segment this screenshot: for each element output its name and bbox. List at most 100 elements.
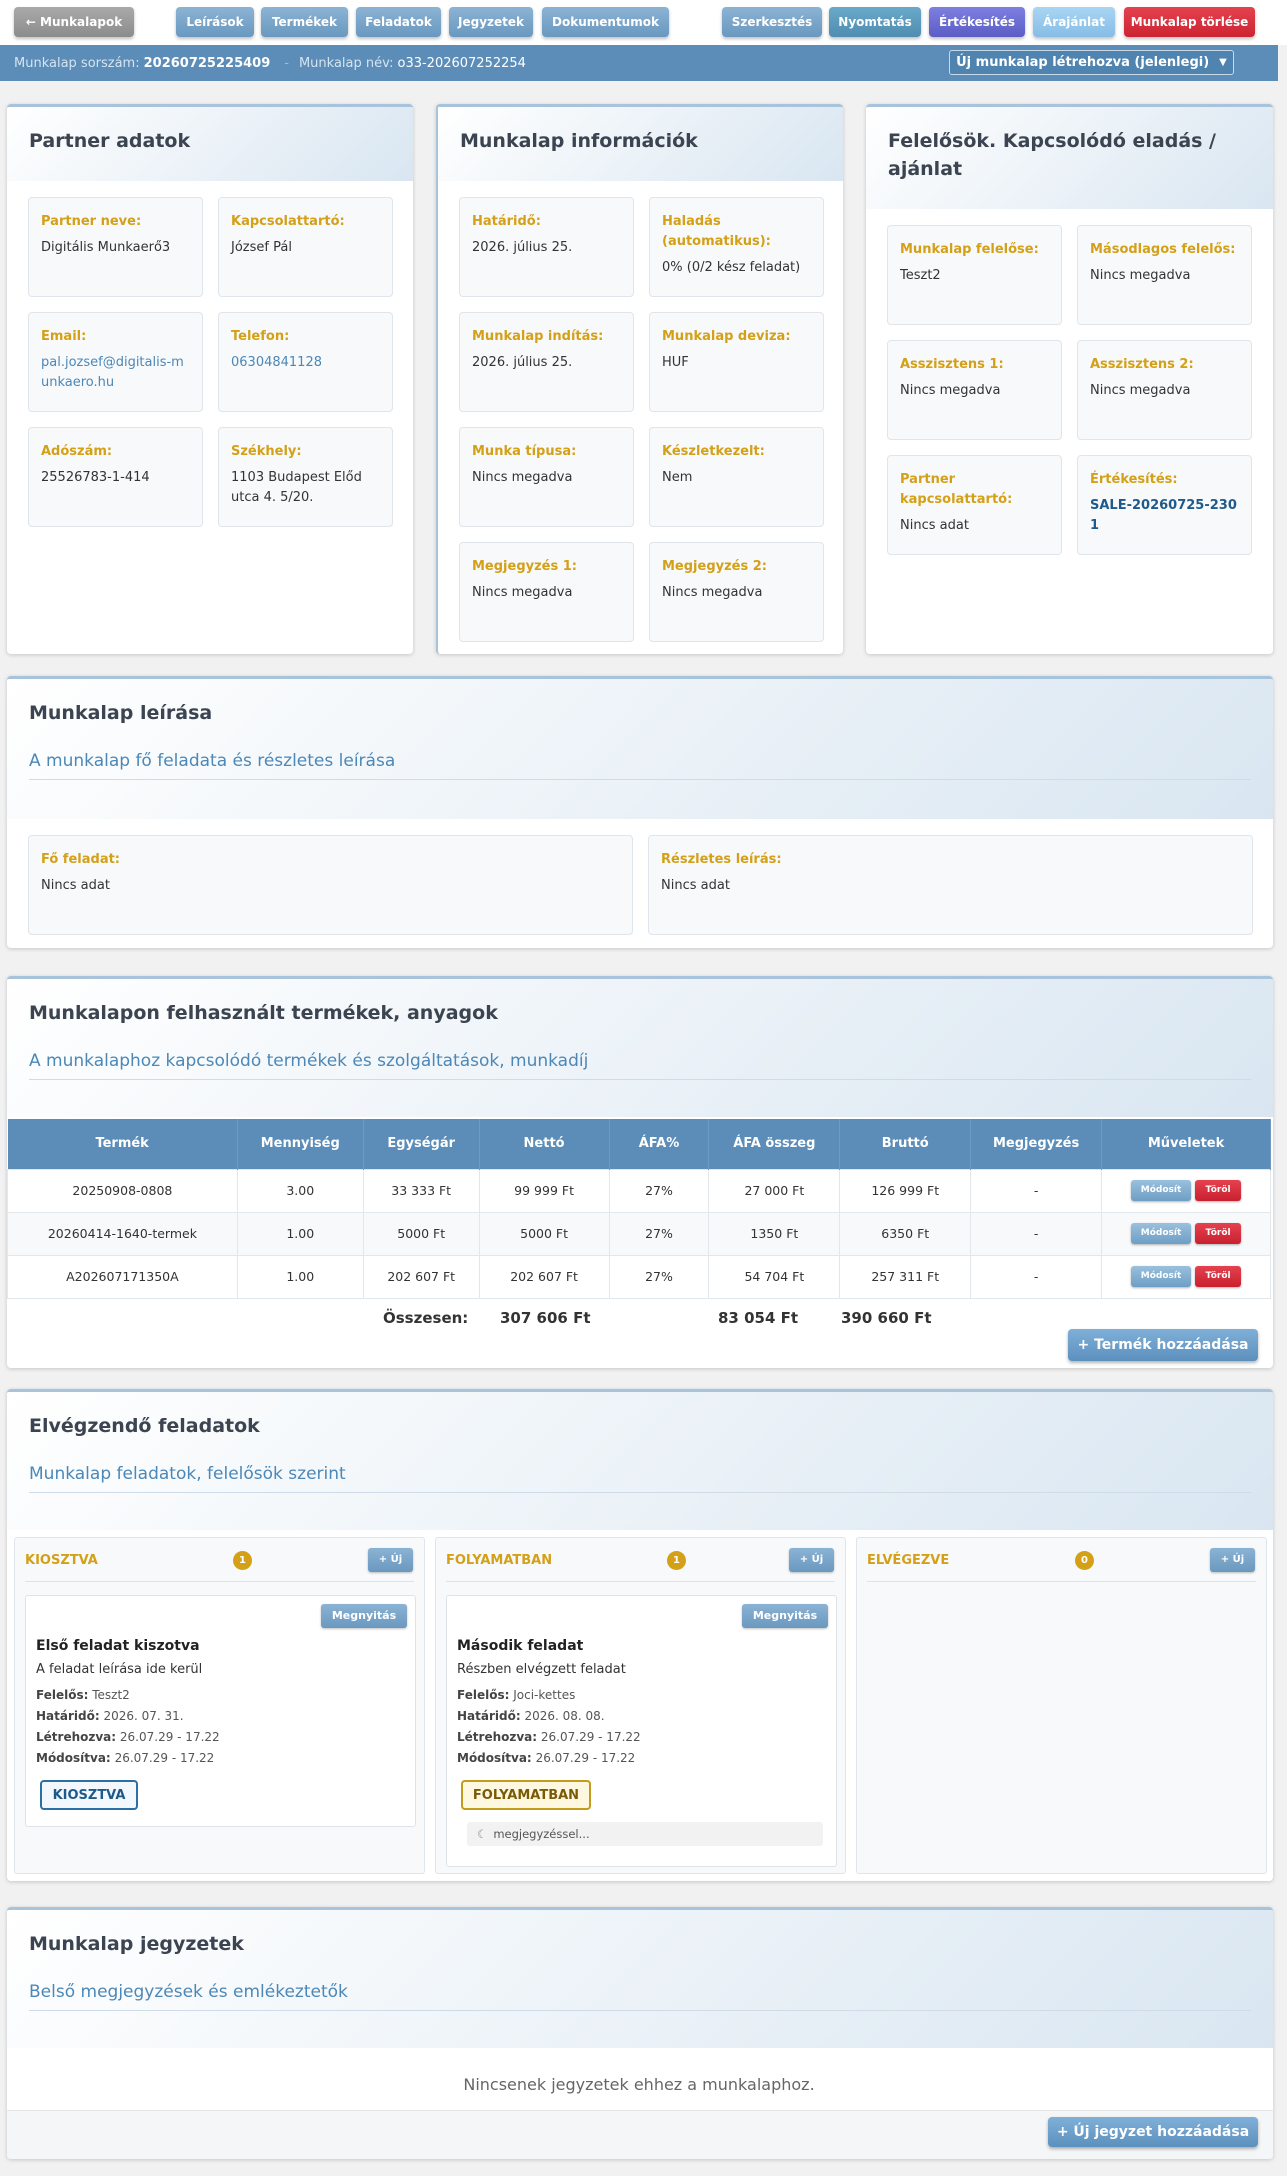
field-value: Nincs megadva — [472, 470, 573, 485]
new-task-button[interactable]: + Új — [368, 1548, 413, 1572]
task-note-preview: ☾ megjegyzéssel... — [467, 1822, 823, 1846]
field-value: Nem — [662, 470, 693, 485]
kanban-column-assigned: KIOSZTVA 1 + Új Megnyitás Első feladat k… — [14, 1537, 425, 1874]
tab-descriptions[interactable]: Leírások — [176, 7, 254, 37]
open-task-button[interactable]: Megnyitás — [321, 1604, 407, 1628]
assistant1-field: Asszisztens 1: Nincs megadva — [887, 340, 1062, 440]
column-header: Egységár — [363, 1119, 480, 1169]
status-select[interactable]: Új munkalap létrehozva (jelenlegi) ▼ — [949, 50, 1234, 75]
column-title: KIOSZTVA — [25, 1553, 98, 1568]
phone-link[interactable]: 06304841128 — [231, 353, 380, 373]
print-button[interactable]: Nyomtatás — [829, 7, 921, 37]
column-header: Bruttó — [839, 1119, 972, 1169]
field-label: Értékesítés: — [1090, 472, 1178, 487]
partner-title: Partner adatok — [29, 130, 191, 152]
delete-row-button[interactable]: Töröl — [1195, 1223, 1242, 1244]
field-value: Nincs megadva — [472, 585, 573, 600]
moon-icon: ☾ — [477, 1827, 488, 1841]
edit-row-button[interactable]: Módosít — [1131, 1223, 1192, 1244]
meta-label: Létrehozva: — [457, 1730, 538, 1744]
tab-documents[interactable]: Dokumentumok — [542, 7, 669, 37]
notes-subtitle: Belső megjegyzések és emlékeztetők — [29, 1982, 1251, 2011]
deadline-field: Határidő: 2026. július 25. — [459, 197, 634, 297]
task-created: Létrehozva: 26.07.29 - 17.22 — [36, 1730, 220, 1744]
status-badge: KIOSZTVA — [40, 1780, 138, 1810]
secondary-owner-field: Másodlagos felelős: Nincs megadva — [1077, 225, 1252, 325]
partner-name-field: Partner neve: Digitális Munkaerő3 — [28, 197, 203, 297]
meta-label: Módosítva: — [36, 1751, 111, 1765]
edit-button[interactable]: Szerkesztés — [722, 7, 822, 37]
sale-link[interactable]: SALE-20260725-2301 — [1090, 496, 1239, 536]
count-badge: 1 — [667, 1551, 686, 1570]
add-product-button[interactable]: + Termék hozzáadása — [1068, 1329, 1258, 1361]
column-header: Nettó — [479, 1119, 610, 1169]
new-task-button[interactable]: + Új — [1210, 1548, 1255, 1572]
vat-amount-cell: 54 704 Ft — [708, 1254, 841, 1299]
info-title: Munkalap információk — [460, 130, 698, 152]
field-label: Részletes leírás: — [661, 852, 782, 867]
sale-button[interactable]: Értékesítés — [929, 7, 1025, 37]
meta-value: 26.07.29 - 17.22 — [114, 1751, 215, 1765]
edit-row-button[interactable]: Módosít — [1131, 1180, 1192, 1201]
tab-tasks[interactable]: Feladatok — [356, 7, 441, 37]
email-link[interactable]: pal.jozsef@digitalis-munkaero.hu — [41, 353, 190, 393]
table-row: 20250908-0808 3.00 33 333 Ft 99 999 Ft 2… — [7, 1168, 1271, 1213]
field-label: Telefon: — [231, 329, 290, 344]
name-label: Munkalap név: — [298, 55, 394, 71]
task-modified: Módosítva: 26.07.29 - 17.22 — [457, 1751, 635, 1765]
total-net: 307 606 Ft — [500, 1309, 591, 1327]
column-title: FOLYAMATBAN — [446, 1553, 553, 1568]
net-cell: 99 999 Ft — [478, 1168, 610, 1213]
net-cell: 5000 Ft — [478, 1211, 610, 1256]
divider — [867, 1581, 1256, 1582]
delete-row-button[interactable]: Töröl — [1195, 1266, 1242, 1287]
status-badge: FOLYAMATBAN — [461, 1780, 591, 1810]
gross-cell: 126 999 Ft — [839, 1168, 972, 1213]
meta-value: 2026. 07. 31. — [103, 1709, 184, 1723]
field-label: Határidő: — [472, 214, 541, 229]
meta-value: 2026. 08. 08. — [524, 1709, 605, 1723]
task-card[interactable]: Megnyitás Első feladat kiszotva A felada… — [25, 1595, 416, 1827]
delete-row-button[interactable]: Töröl — [1195, 1180, 1242, 1201]
task-deadline: Határidő: 2026. 08. 08. — [457, 1709, 605, 1723]
edit-row-button[interactable]: Módosít — [1131, 1266, 1192, 1287]
quote-button[interactable]: Árajánlat — [1033, 7, 1115, 37]
note1-field: Megjegyzés 1: Nincs megadva — [459, 542, 634, 642]
field-label: Másodlagos felelős: — [1090, 242, 1236, 257]
field-label: Munkalap indítás: — [472, 329, 604, 344]
back-to-worksheets-button[interactable]: ← Munkalapok — [14, 7, 134, 37]
add-note-button[interactable]: + Új jegyzet hozzáadása — [1048, 2117, 1258, 2147]
total-label: Összesen: — [383, 1309, 469, 1327]
column-header: ÁFA% — [609, 1119, 710, 1169]
new-task-button[interactable]: + Új — [789, 1548, 834, 1572]
task-title: Második feladat — [457, 1638, 584, 1654]
open-task-button[interactable]: Megnyitás — [742, 1604, 828, 1628]
actions-cell: Módosít Töröl — [1101, 1254, 1271, 1299]
gross-cell: 257 311 Ft — [839, 1254, 972, 1299]
field-value: József Pál — [231, 240, 292, 255]
tab-products[interactable]: Termékek — [261, 7, 348, 37]
field-value: Nincs adat — [41, 878, 110, 893]
main-task-field: Fő feladat: Nincs adat — [28, 835, 633, 935]
task-card[interactable]: Megnyitás Második feladat Részben elvégz… — [446, 1595, 837, 1867]
field-label: Készletkezelt: — [662, 444, 765, 459]
tab-notes[interactable]: Jegyzetek — [449, 7, 533, 37]
tax-field: Adószám: 25526783-1-414 — [28, 427, 203, 527]
description-subtitle: A munkalap fő feladata és részletes leír… — [29, 751, 1251, 780]
unit-price-cell: 5000 Ft — [362, 1211, 480, 1256]
meta-value: 26.07.29 - 17.22 — [535, 1751, 636, 1765]
status-select-value: Új munkalap létrehozva (jelenlegi) — [956, 55, 1210, 70]
total-vat: 83 054 Ft — [718, 1309, 799, 1327]
field-label: Székhely: — [231, 444, 302, 459]
task-responsible: Felelős: Teszt2 — [36, 1688, 130, 1702]
field-label: Munkalap felelőse: — [900, 242, 1039, 257]
task-created: Létrehozva: 26.07.29 - 17.22 — [457, 1730, 641, 1744]
separator: - — [284, 55, 289, 71]
tasks-card: Elvégzendő feladatok Munkalap feladatok,… — [7, 1389, 1273, 1881]
column-header: Mennyiség — [237, 1119, 364, 1169]
assistant2-field: Asszisztens 2: Nincs megadva — [1077, 340, 1252, 440]
notes-title: Munkalap jegyzetek — [29, 1933, 244, 1955]
contact-field: Kapcsolattartó: József Pál — [218, 197, 393, 297]
quantity-cell: 3.00 — [236, 1168, 364, 1213]
delete-worksheet-button[interactable]: Munkalap törlése — [1124, 7, 1255, 37]
